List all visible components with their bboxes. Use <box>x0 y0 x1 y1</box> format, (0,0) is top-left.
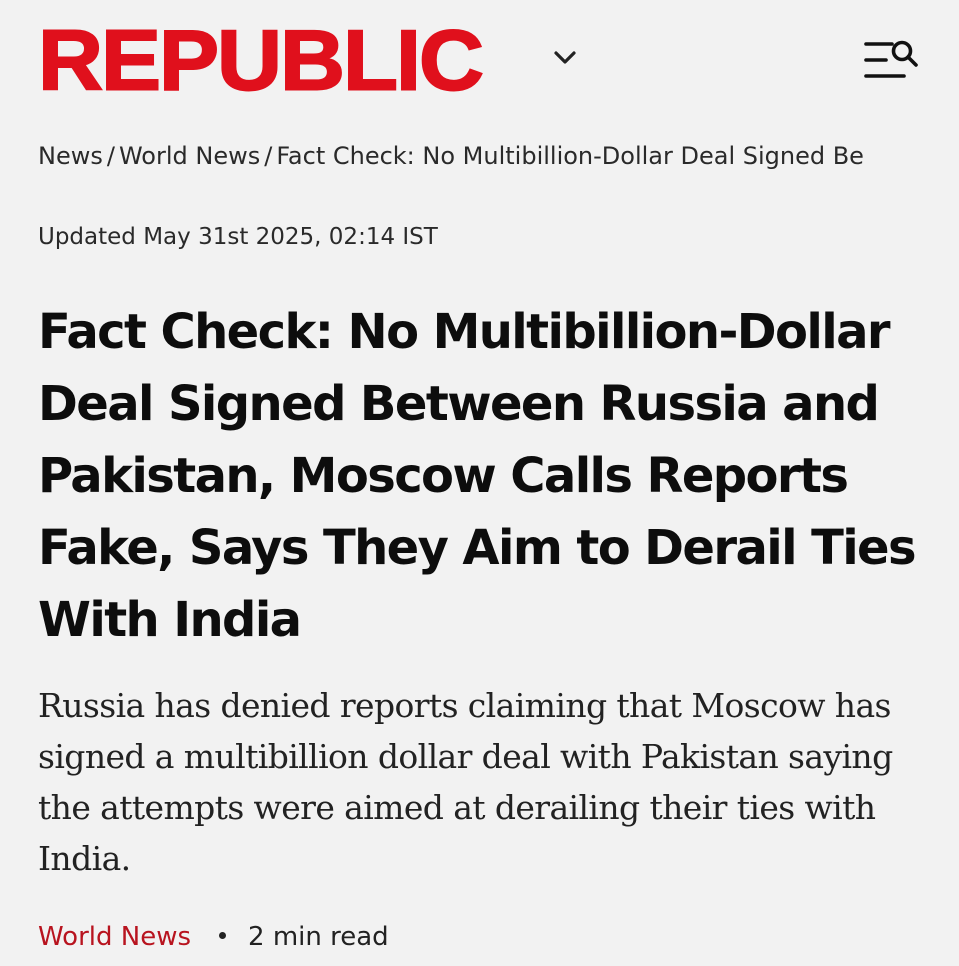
breadcrumb: News / World News / Fact Check: No Multibill… <box>38 141 938 171</box>
category-link[interactable]: World News <box>38 922 191 952</box>
site-logo[interactable]: REPUBLIC <box>37 17 485 104</box>
breadcrumb-separator: / <box>264 142 273 170</box>
article-meta: World News 2 min read <box>38 920 389 954</box>
article-summary: Russia has denied reports claiming that … <box>38 686 893 878</box>
article-headline: Fact Check: No Multibillion-Dollar Deal … <box>38 304 917 648</box>
menu-search-icon[interactable] <box>862 36 920 86</box>
meta-separator-dot <box>219 932 227 939</box>
chevron-down-icon[interactable] <box>552 48 578 68</box>
breadcrumb-world-news[interactable]: World News <box>119 142 260 170</box>
breadcrumb-news[interactable]: News <box>38 142 103 170</box>
breadcrumb-current: Fact Check: No Multibillion-Dollar Deal … <box>276 142 864 170</box>
site-header: REPUBLIC <box>0 0 959 118</box>
updated-timestamp: Updated May 31st 2025, 02:14 IST <box>38 224 438 250</box>
read-time: 2 min read <box>248 922 389 952</box>
breadcrumb-separator: / <box>106 142 115 170</box>
